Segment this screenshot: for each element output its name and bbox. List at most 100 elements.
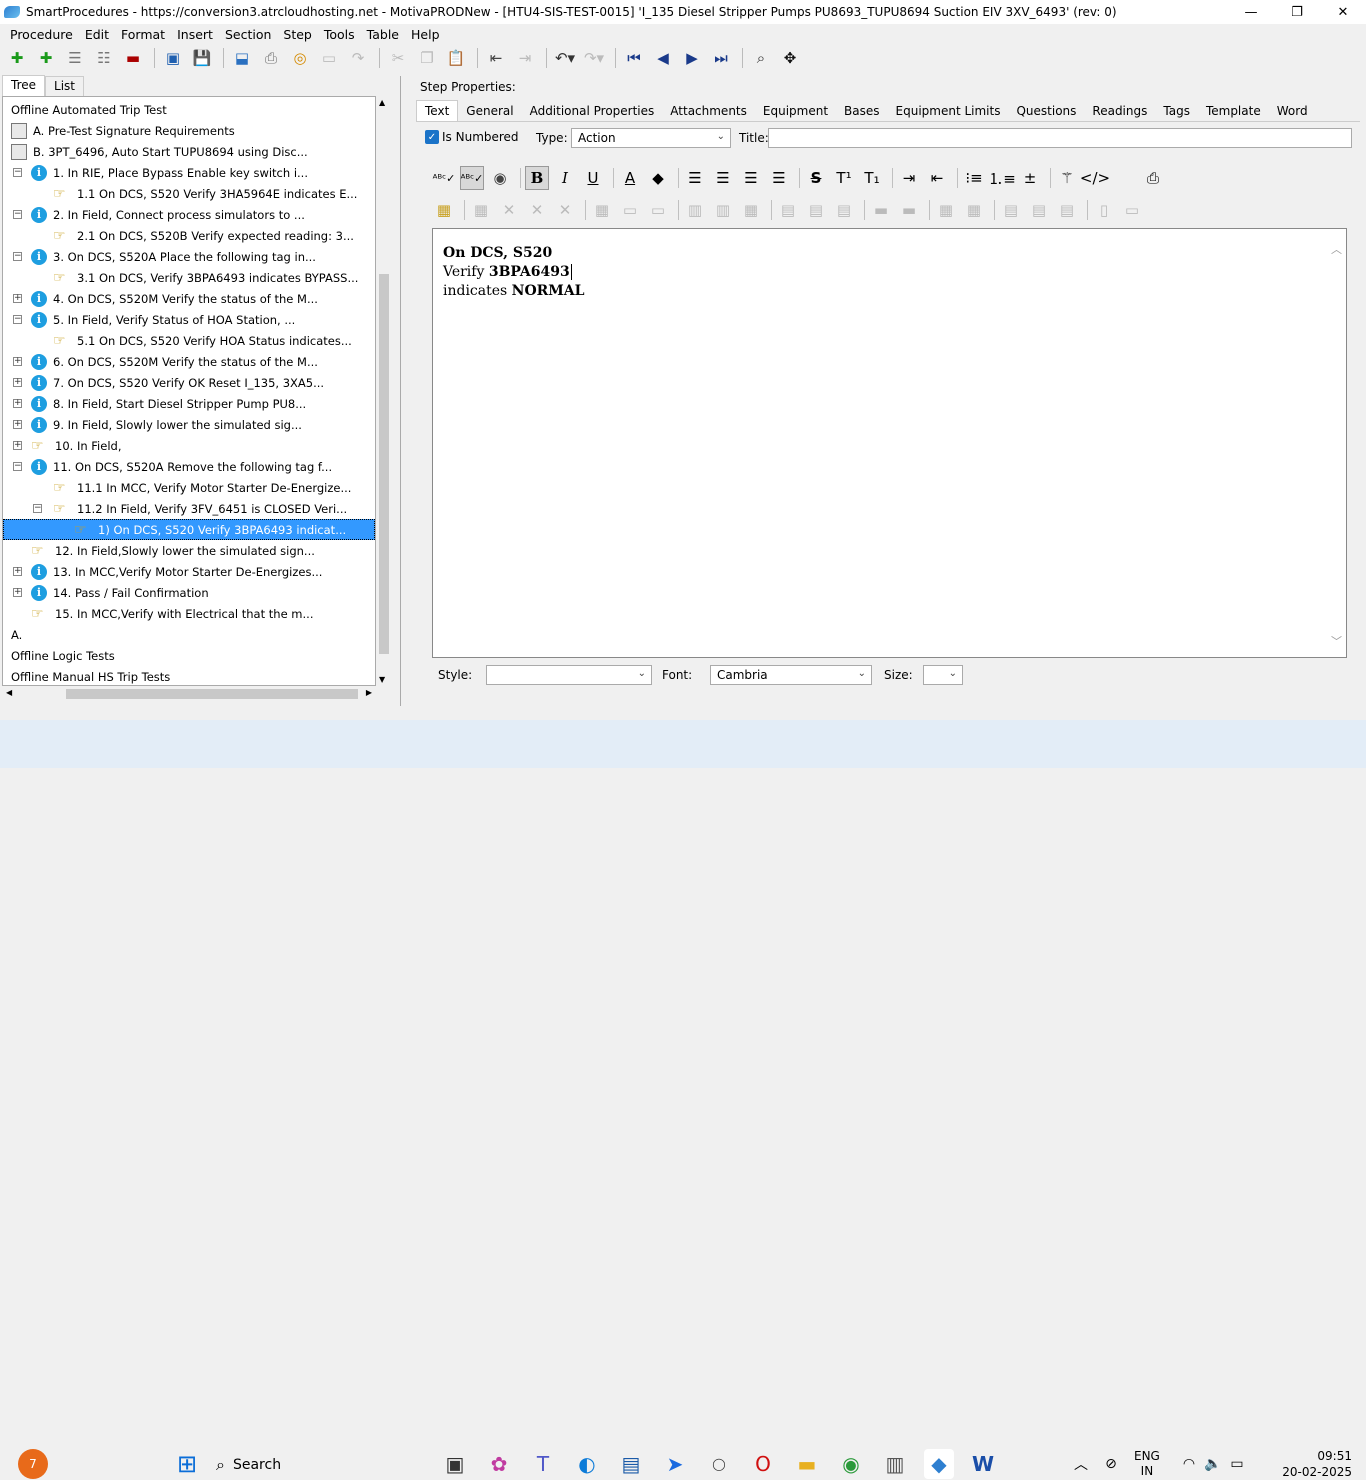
tree-horizontal-scrollbar[interactable]: ◀ ▶ (2, 686, 376, 702)
tree-node[interactable]: ☞ 11.2 In Field, Verify 3FV_6451 is CLOSE… (53, 498, 347, 519)
battery-icon[interactable]: ▭ (1222, 1449, 1252, 1479)
add-child-icon[interactable]: ✚ (33, 46, 59, 70)
tree-node[interactable]: i 1. In RIE, Place Bypass Enable key swit… (31, 162, 308, 183)
pane-splitter[interactable] (400, 76, 406, 706)
increase-indent-icon[interactable]: ⇥ (897, 166, 921, 190)
collapse-icon[interactable]: − (33, 504, 42, 513)
style-select[interactable]: ⌄ (486, 665, 652, 685)
type-select[interactable]: Action ⌄ (571, 128, 731, 148)
font-color-icon[interactable]: A (618, 166, 642, 190)
expand-icon[interactable]: + (13, 399, 22, 408)
menu-section[interactable]: Section (219, 27, 277, 42)
merge-row-icon[interactable]: ▬ (897, 198, 921, 222)
redo-alt-icon[interactable]: ↷ (345, 46, 371, 70)
tree-node[interactable]: ☞ 2.1 On DCS, S520B Verify expected readi… (53, 225, 354, 246)
collapse-icon[interactable]: − (13, 315, 22, 324)
expand-icon[interactable]: + (13, 420, 22, 429)
valign-middle-icon[interactable]: ▤ (1027, 198, 1051, 222)
tab-attachments[interactable]: Attachments (662, 101, 755, 121)
network-status-icon[interactable]: ⊘ (1096, 1449, 1126, 1479)
cut-icon[interactable]: ✂ (385, 46, 411, 70)
close-button[interactable]: ✕ (1320, 0, 1366, 24)
menu-tools[interactable]: Tools (318, 27, 361, 42)
scroll-thumb[interactable] (66, 689, 358, 699)
align-right-icon[interactable]: ☰ (739, 166, 763, 190)
tree-node[interactable]: ☞ 5.1 On DCS, S520 Verify HOA Status indi… (53, 330, 352, 351)
table-style-icon[interactable]: ▭ (646, 198, 670, 222)
tree-node[interactable]: ☞ 12. In Field,Slowly lower the simulated… (31, 540, 315, 561)
tree-node[interactable]: ☞ 11.1 In MCC, Verify Motor Starter De-En… (53, 477, 351, 498)
editor-scroll-up-icon[interactable]: ︿ (1331, 241, 1342, 257)
insert-col-right-icon[interactable]: ▥ (711, 198, 735, 222)
language-icon[interactable]: ◉ (488, 166, 512, 190)
tree-node[interactable]: ☞ 1) On DCS, S520 Verify 3BPA6493 indicat… (3, 519, 375, 540)
menu-format[interactable]: Format (115, 27, 171, 42)
scroll-down-icon[interactable]: ▼ (379, 675, 385, 684)
valign-top-icon[interactable]: ▤ (999, 198, 1023, 222)
table-delete-icon[interactable]: ✕ (497, 198, 521, 222)
italic-icon[interactable]: I (553, 166, 577, 190)
list-icon[interactable]: ☰ (62, 46, 88, 70)
delete-icon[interactable]: ▬ (120, 46, 146, 70)
expand-icon[interactable]: + (13, 294, 22, 303)
next-icon[interactable]: ▶ (679, 46, 705, 70)
decrease-indent-icon[interactable]: ⇤ (925, 166, 949, 190)
scroll-thumb[interactable] (379, 274, 389, 654)
spellcheck-icon[interactable]: ᴬᴮᶜ✓ (432, 166, 456, 190)
table-delete-col-icon[interactable]: ✕ (553, 198, 577, 222)
menu-edit[interactable]: Edit (79, 27, 115, 42)
tree-node[interactable]: Offline Manual HS Trip Tests (11, 666, 170, 685)
delete-row-icon[interactable]: ▤ (832, 198, 856, 222)
expand-icon[interactable]: + (13, 378, 22, 387)
menu-step[interactable]: Step (277, 27, 317, 42)
align-left-icon[interactable]: ☰ (683, 166, 707, 190)
taskbar-search[interactable]: ⌕ Search (216, 1450, 366, 1480)
tree-node[interactable]: ☞ 10. In Field, (31, 435, 121, 456)
publish-icon[interactable]: ⬓ (229, 46, 255, 70)
tree-node[interactable]: i 11. On DCS, S520A Remove the following … (31, 456, 332, 477)
superscript-icon[interactable]: T¹ (832, 166, 856, 190)
tab-template[interactable]: Template (1198, 101, 1269, 121)
tree-node[interactable]: i 3. On DCS, S520A Place the following ta… (31, 246, 316, 267)
title-input[interactable] (768, 128, 1352, 148)
bold-icon[interactable]: B (525, 166, 549, 190)
column-width-icon[interactable]: ▯ (1092, 198, 1116, 222)
is-numbered-checkbox[interactable]: ✓ (425, 130, 439, 144)
tree-node[interactable]: Offline Logic Tests (11, 645, 115, 666)
valign-bottom-icon[interactable]: ▤ (1055, 198, 1079, 222)
table-grid-icon[interactable]: ▦ (590, 198, 614, 222)
editor-scroll-down-icon[interactable]: ﹀ (1331, 633, 1342, 649)
table-props-icon[interactable]: ▦ (962, 198, 986, 222)
menu-help[interactable]: Help (405, 27, 446, 42)
save-all-icon[interactable]: ▣ (160, 46, 186, 70)
insert-col-left-icon[interactable]: ▥ (683, 198, 707, 222)
merge-cells-icon[interactable]: ▦ (739, 198, 763, 222)
remote-icon[interactable]: ➤ (660, 1449, 690, 1479)
smartprocedures-icon[interactable]: ◆ (924, 1449, 954, 1479)
list-alt-icon[interactable]: ☷ (91, 46, 117, 70)
window-icon[interactable]: ▭ (316, 46, 342, 70)
tree-node[interactable]: i 8. In Field, Start Diesel Stripper Pump… (31, 393, 306, 414)
expand-icon[interactable]: + (13, 588, 22, 597)
tab-tags[interactable]: Tags (1155, 101, 1198, 121)
tab-equipment[interactable]: Equipment (755, 101, 836, 121)
chevron-up-icon[interactable]: ︿ (1066, 1449, 1096, 1479)
indent-icon[interactable]: ⇥ (512, 46, 538, 70)
opera-icon[interactable]: O (748, 1449, 778, 1479)
tree-node[interactable]: ☞ 15. In MCC,Verify with Electrical that … (31, 603, 313, 624)
tree-node[interactable]: i 7. On DCS, S520 Verify OK Reset I_135, … (31, 372, 324, 393)
bullet-list-icon[interactable]: ⁝≡ (962, 166, 986, 190)
dell-icon[interactable]: ◯ (704, 1449, 734, 1479)
tree-node[interactable]: Offline Automated Trip Test (11, 99, 167, 120)
refresh-icon[interactable]: ◎ (287, 46, 313, 70)
collapse-icon[interactable]: − (13, 210, 22, 219)
windows-start-icon[interactable]: ⊞ (172, 1449, 202, 1479)
first-icon[interactable]: ⏮ (621, 46, 647, 70)
outdent-icon[interactable]: ⇤ (483, 46, 509, 70)
redo-icon[interactable]: ↷▾ (581, 46, 607, 70)
tab-general[interactable]: General (458, 101, 521, 121)
tree-node[interactable]: i 4. On DCS, S520M Verify the status of t… (31, 288, 318, 309)
print-icon[interactable]: ⎙ (1141, 166, 1165, 190)
insert-row-below-icon[interactable]: ▤ (804, 198, 828, 222)
copy-icon[interactable]: ❐ (414, 46, 440, 70)
